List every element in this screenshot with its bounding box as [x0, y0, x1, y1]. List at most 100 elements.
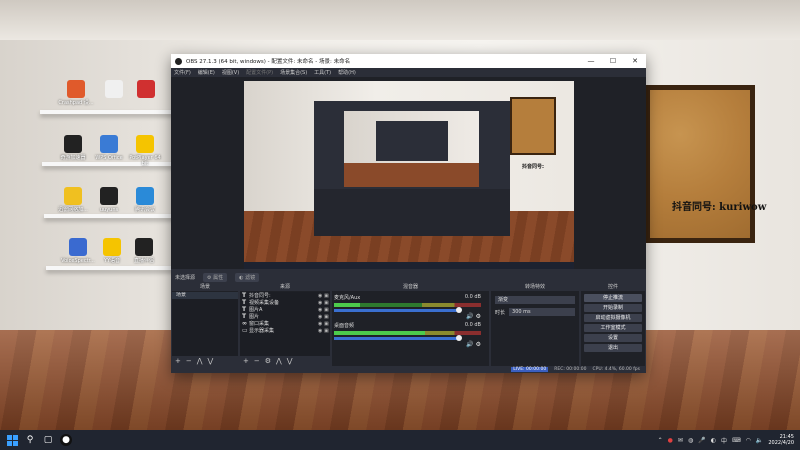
status-bar: LIVE: 00:00:00 REC: 00:00:00 CPU: 4.4%, …: [171, 366, 646, 373]
close-button[interactable]: ✕: [624, 57, 646, 65]
yy-icon: [103, 238, 121, 256]
nested-panels: [314, 189, 510, 236]
menu-help[interactable]: 帮助(H): [338, 69, 356, 76]
task-view-icon[interactable]: ▢: [42, 434, 54, 446]
lock-icon[interactable]: ▣: [324, 293, 330, 299]
clock[interactable]: 21:45 2022/4/20: [768, 434, 794, 446]
properties-button[interactable]: ⚙ 属性: [203, 272, 228, 282]
volume-slider[interactable]: [334, 335, 462, 341]
add-scene-button[interactable]: +: [175, 357, 181, 365]
start-recording-button[interactable]: 开始录制: [584, 304, 642, 312]
desktop-icon[interactable]: uuyuns: [91, 187, 127, 213]
desktop-icon[interactable]: YY语音: [94, 238, 130, 264]
desktop-icon[interactable]: [96, 80, 132, 100]
lock-icon[interactable]: ▣: [324, 314, 330, 320]
remove-source-button[interactable]: −: [254, 357, 260, 365]
source-item[interactable]: T 抖音同号: ◉ ▣: [240, 292, 330, 299]
tray-app-icon[interactable]: ◍: [688, 437, 693, 444]
lock-icon[interactable]: ▣: [324, 307, 330, 313]
desktop-icon[interactable]: [128, 80, 164, 100]
desktop-icon[interactable]: PotPlayer 64 bit: [127, 135, 163, 167]
move-up-icon[interactable]: ⋀: [276, 357, 282, 365]
search-icon[interactable]: ⚲: [24, 434, 36, 446]
live-indicator: LIVE: 00:00:00: [511, 367, 549, 372]
scenes-footer: + − ⋀ ⋁: [172, 356, 238, 366]
scenes-list: 场景: [172, 292, 238, 356]
menu-file[interactable]: 文件(F): [174, 69, 191, 76]
lock-icon[interactable]: ▣: [324, 300, 330, 306]
channel-db: 0.0 dB: [464, 322, 481, 328]
settings-button[interactable]: 设置: [584, 334, 642, 342]
preview-corkboard: [510, 97, 556, 155]
transition-select[interactable]: 渐变: [495, 296, 575, 304]
desktop-icon[interactable]: 直播伴侣: [126, 238, 162, 264]
app-icon: [137, 80, 155, 98]
menu-bar: 文件(F) 编辑(E) 视图(V) 配置文件(P) 场景集合(S) 工具(T) …: [171, 68, 646, 77]
desktop-icon[interactable]: 迅雷网络加...: [55, 187, 91, 213]
tray-app-icon[interactable]: ◐: [711, 437, 716, 444]
speaker-icon[interactable]: 🔊 ⚙: [466, 341, 481, 348]
gear-icon[interactable]: ⚙: [265, 357, 271, 365]
virtual-camera-button[interactable]: 启动虚拟摄像机: [584, 314, 642, 322]
sources-panel: 来源 T 抖音同号: ◉ ▣ T 视频采集设备 ◉ ▣ T 图片A ◉ ▣ T 图片 ◉ ▣ ∞ 窗口采集…: [240, 284, 330, 366]
source-item[interactable]: T 图片 ◉ ▣: [240, 313, 330, 320]
mixer-channel: 麦克风/Aux 0.0 dB: [334, 294, 481, 316]
microphone-icon[interactable]: 🎤: [698, 437, 705, 444]
window-capture-icon: ∞: [242, 320, 247, 327]
volume-slider[interactable]: [334, 307, 462, 313]
desktop-icon[interactable]: Crashpad 设...: [58, 80, 94, 106]
move-down-icon[interactable]: ⋁: [287, 357, 293, 365]
filters-button[interactable]: ◐ 滤镜: [235, 272, 260, 282]
chevron-up-icon[interactable]: ⌃: [658, 437, 663, 444]
menu-view[interactable]: 视图(V): [222, 69, 239, 76]
studio-mode-button[interactable]: 工作室模式: [584, 324, 642, 332]
source-item[interactable]: ∞ 窗口采集 ◉ ▣: [240, 320, 330, 327]
menu-profile[interactable]: 配置文件(P): [246, 69, 273, 76]
remove-scene-button[interactable]: −: [186, 357, 192, 365]
obs-taskbar-icon[interactable]: ●: [60, 434, 72, 446]
source-item[interactable]: T 图片A ◉ ▣: [240, 306, 330, 313]
stop-streaming-button[interactable]: 停止推流: [584, 294, 642, 302]
input-language[interactable]: 中: [721, 436, 727, 445]
maximize-button[interactable]: ☐: [602, 57, 624, 65]
minimize-button[interactable]: —: [580, 57, 602, 65]
scene-item[interactable]: 场景: [172, 292, 238, 299]
wifi-icon[interactable]: ◠: [746, 437, 751, 444]
add-source-button[interactable]: +: [243, 357, 249, 365]
app-icon: [64, 135, 82, 153]
tray-app-icon[interactable]: ✉: [678, 437, 683, 444]
menu-tools[interactable]: 工具(T): [314, 69, 331, 76]
move-down-icon[interactable]: ⋁: [208, 357, 214, 365]
clock-date: 2022/4/20: [768, 440, 794, 446]
mixer-channel: 桌面音频 0.0 dB: [334, 322, 481, 344]
audio-mixer-panel: 混音器 麦克风/Aux 0.0 dB 🔊 ⚙ 桌面音频 0.0 dB 🔊 ⚙: [332, 284, 489, 366]
menu-scene-collection[interactable]: 场景集合(S): [280, 69, 307, 76]
windows-logo-icon: [6, 434, 18, 446]
lock-icon[interactable]: ▣: [324, 321, 330, 327]
tray-app-icon[interactable]: ●: [668, 437, 673, 444]
text-source-icon: T: [242, 292, 247, 299]
scenes-panel: 场景 场景 + − ⋀ ⋁: [172, 284, 238, 366]
window-titlebar[interactable]: OBS 27.1.3 (64 bit, windows) - 配置文件: 未命名…: [171, 54, 646, 68]
desktop-icon[interactable]: WPS Office: [91, 135, 127, 161]
menu-edit[interactable]: 编辑(E): [198, 69, 215, 76]
exit-button[interactable]: 退出: [584, 344, 642, 352]
speaker-icon[interactable]: 🔊 ⚙: [466, 313, 481, 320]
program-preview[interactable]: 抖音同号:: [244, 81, 574, 269]
windows-taskbar: ⚲ ▢ ● ⌃ ● ✉ ◍ 🎤 ◐ 中 ⌨ ◠ 🔈 21:45 2022/4/2…: [0, 430, 800, 450]
source-item[interactable]: T 视频采集设备 ◉ ▣: [240, 299, 330, 306]
mixer-title: 混音器: [332, 284, 489, 291]
start-button[interactable]: [6, 434, 18, 446]
desktop-icon[interactable]: 奇游加速器: [55, 135, 91, 161]
volume-icon[interactable]: 🔈: [756, 437, 763, 444]
duration-input[interactable]: 300 ms: [509, 308, 575, 316]
desktop-icon[interactable]: 腾讯会议: [127, 187, 163, 213]
cpu-indicator: CPU: 4.4%, 60.00 fps: [592, 367, 641, 372]
source-item[interactable]: ▭ 显示器采集 ◉ ▣: [240, 327, 330, 334]
keyboard-icon[interactable]: ⌨: [732, 437, 741, 444]
obs-window[interactable]: OBS 27.1.3 (64 bit, windows) - 配置文件: 未命名…: [171, 54, 646, 373]
desktop-icon[interactable]: VoiceSpectr...: [60, 238, 96, 264]
app-icon: [67, 80, 85, 98]
move-up-icon[interactable]: ⋀: [197, 357, 203, 365]
lock-icon[interactable]: ▣: [324, 328, 330, 334]
